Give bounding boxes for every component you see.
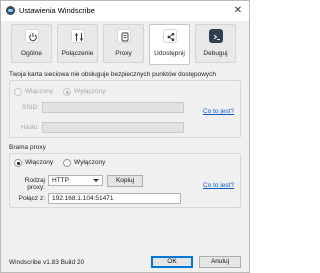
tab-general[interactable]: Ogólne	[11, 24, 52, 63]
close-button[interactable]: ✕	[231, 4, 245, 18]
ssid-input[interactable]	[42, 102, 184, 113]
password-input[interactable]	[42, 122, 184, 133]
settings-window: Ustawienia Windscribe ✕ Ogólne Połączeni…	[0, 0, 250, 273]
proxy-type-value: HTTP	[52, 177, 69, 184]
hotspot-disabled-label: Wyłączony	[74, 88, 106, 95]
tab-bar: Ogólne Połączenie Proxy Udostępnij Debug…	[9, 24, 245, 65]
tab-debug[interactable]: Debuguj	[195, 24, 236, 63]
windscribe-logo-icon	[6, 6, 15, 15]
hotspot-disabled-radio[interactable]	[63, 88, 71, 96]
gateway-group-title: Brama proxy	[9, 144, 46, 151]
gateway-help-link[interactable]: Co to jest?	[203, 182, 234, 189]
ok-button[interactable]: OK	[151, 256, 193, 268]
terminal-icon	[209, 29, 223, 43]
tab-label: Ogólne	[21, 50, 42, 57]
ssid-label: SSID:	[22, 104, 39, 111]
hotspot-help-link[interactable]: Co to jest?	[203, 108, 234, 115]
proxy-icon	[117, 29, 131, 43]
tab-label: Debuguj	[203, 50, 228, 57]
gateway-enabled-radio[interactable]	[14, 159, 22, 167]
tab-label: Udostępnij	[154, 50, 185, 57]
window-title: Ustawienia Windscribe	[19, 6, 95, 15]
password-label: Hasło:	[20, 124, 39, 131]
version-text: Windscribe v1.83 Build 20	[9, 259, 85, 266]
proxy-type-label: Rodzaj proxy:	[24, 177, 45, 191]
hotspot-group-title: Twoja karta sieciowa nie obsługuje bezpi…	[9, 71, 217, 78]
tab-proxy[interactable]: Proxy	[103, 24, 144, 63]
gateway-enabled-label: Włączony	[25, 159, 54, 166]
connection-icon	[71, 29, 85, 43]
connect-to-label: Połącz z:	[18, 195, 45, 202]
chevron-down-icon	[93, 179, 99, 182]
title-bar: Ustawienia Windscribe ✕	[1, 1, 249, 21]
hotspot-enabled-label: Włączony	[25, 88, 54, 95]
gateway-disabled-radio[interactable]	[63, 159, 71, 167]
power-icon	[25, 29, 39, 43]
gateway-disabled-label: Wyłączony	[74, 159, 106, 166]
tab-label: Proxy	[115, 50, 132, 57]
tab-connection[interactable]: Połączenie	[57, 24, 98, 63]
cancel-button[interactable]: Anuluj	[199, 256, 241, 268]
tab-share[interactable]: Udostępnij	[149, 24, 190, 65]
proxy-type-select[interactable]: HTTP	[48, 175, 103, 186]
connect-to-field[interactable]: 192.168.1.104:51471	[48, 193, 181, 204]
hotspot-enabled-radio[interactable]	[14, 88, 22, 96]
copy-button[interactable]: Kopiuj	[107, 175, 143, 187]
share-icon	[163, 29, 177, 43]
tab-label: Połączenie	[61, 50, 94, 57]
